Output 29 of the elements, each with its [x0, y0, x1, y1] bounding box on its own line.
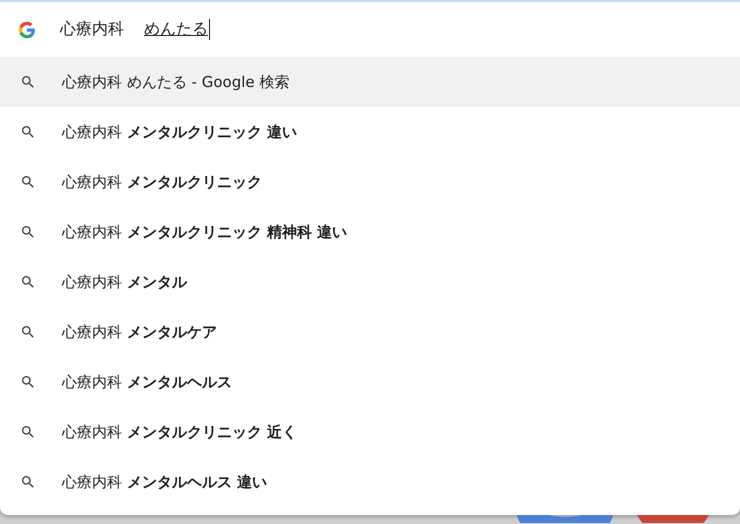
- suggestion-text: 心療内科 めんたる - Google 検索: [62, 72, 290, 92]
- suggestion-text: 心療内科 メンタルクリニック 精神科 違い: [62, 222, 348, 242]
- suggestion-item[interactable]: 心療内科 メンタルクリニック 違い: [0, 107, 740, 157]
- search-icon: [20, 424, 36, 440]
- suggestion-item[interactable]: 心療内科 メンタルクリニック 精神科 違い: [0, 207, 740, 257]
- search-icon: [20, 274, 36, 290]
- suggestion-text: 心療内科 メンタルヘルス: [62, 372, 232, 392]
- suggestion-item[interactable]: 心療内科 メンタル: [0, 257, 740, 307]
- search-icon: [20, 324, 36, 340]
- google-logo-icon: [18, 20, 36, 38]
- suggestion-text: 心療内科 メンタルケア: [62, 322, 217, 342]
- suggestion-item[interactable]: 心療内科 メンタルヘルス: [0, 357, 740, 407]
- search-icon: [20, 174, 36, 190]
- search-icon: [20, 374, 36, 390]
- suggestion-text: 心療内科 メンタル: [62, 272, 187, 292]
- suggestion-item[interactable]: 心療内科 メンタルケア: [0, 307, 740, 357]
- suggestion-text: 心療内科 メンタルクリニック 近く: [62, 422, 298, 442]
- search-field[interactable]: 心療内科 めんたる: [60, 18, 210, 42]
- suggestion-item[interactable]: 心療内科 メンタルヘルス 違い: [0, 457, 740, 507]
- search-icon: [20, 224, 36, 240]
- search-icon: [20, 74, 36, 90]
- suggestion-text: 心療内科 メンタルヘルス 違い: [62, 472, 268, 492]
- suggestion-text: 心療内科 メンタルクリニック: [62, 172, 262, 192]
- search-icon: [20, 474, 36, 490]
- suggestion-item[interactable]: 心療内科 メンタルクリニック: [0, 157, 740, 207]
- search-icon: [20, 124, 36, 140]
- suggestion-item[interactable]: 心療内科 めんたる - Google 検索: [0, 57, 740, 107]
- suggestion-text: 心療内科 メンタルクリニック 違い: [62, 122, 298, 142]
- suggestion-item[interactable]: 心療内科 メンタルクリニック 近く: [0, 407, 740, 457]
